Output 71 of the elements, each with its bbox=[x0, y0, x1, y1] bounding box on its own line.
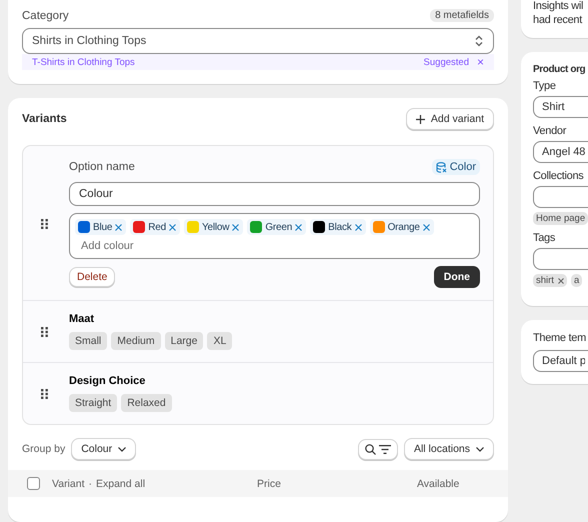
drag-handle-icon[interactable] bbox=[41, 388, 48, 398]
suggested-category-link[interactable]: T-Shirts in Clothing Tops bbox=[32, 56, 135, 68]
close-icon[interactable] bbox=[422, 224, 430, 230]
chevron-down-icon bbox=[118, 446, 126, 452]
filter-icon bbox=[378, 444, 391, 454]
metafield-badge[interactable]: Color bbox=[432, 159, 480, 175]
chevron-down-icon bbox=[476, 446, 484, 452]
field-label: Vendor bbox=[533, 125, 568, 137]
text-field[interactable] bbox=[533, 248, 588, 270]
variants-title: Variants bbox=[22, 113, 67, 125]
close-icon[interactable] bbox=[295, 224, 302, 230]
option-value-tag: Relaxed bbox=[121, 394, 172, 412]
search-icon bbox=[364, 444, 376, 454]
text-field[interactable]: Angel 48 bbox=[533, 141, 588, 163]
database-icon bbox=[436, 162, 447, 172]
close-icon[interactable] bbox=[168, 224, 176, 230]
organization-title: Product org bbox=[533, 64, 586, 75]
select-all-checkbox[interactable] bbox=[27, 477, 40, 490]
category-select[interactable]: Shirts in Clothing Tops bbox=[22, 28, 494, 54]
field-label: Tags bbox=[533, 232, 556, 244]
text-field[interactable]: Shirt bbox=[533, 96, 588, 118]
tag: a bbox=[570, 274, 582, 287]
colour-value-tag[interactable]: Black bbox=[310, 219, 366, 235]
drag-handle-icon[interactable] bbox=[41, 218, 48, 228]
colour-value-tag[interactable]: Orange bbox=[370, 219, 434, 235]
done-button[interactable]: Done bbox=[434, 266, 480, 288]
field-label: Type bbox=[533, 80, 557, 92]
option-name-label: Option name bbox=[69, 161, 135, 173]
group-by-label: Group by bbox=[22, 443, 66, 455]
insights-text: had recent bbox=[533, 14, 584, 26]
dismiss-button[interactable]: × bbox=[476, 56, 484, 68]
option-value-tag: Large bbox=[164, 332, 204, 350]
option-name-field[interactable]: Colour bbox=[69, 182, 480, 206]
column-header: Available bbox=[416, 478, 460, 490]
add-variant-button[interactable]: Add variant bbox=[406, 108, 494, 130]
option-value-tag: Small bbox=[69, 332, 108, 350]
colour-value-tag[interactable]: Yellow bbox=[184, 219, 244, 235]
tag: shirt bbox=[533, 274, 567, 287]
option-name: Design Choice bbox=[69, 375, 146, 387]
locations-dropdown[interactable]: All locations bbox=[404, 438, 494, 460]
metafields-badge[interactable]: 8 metafields bbox=[430, 9, 494, 22]
option-value-tag: Straight bbox=[69, 394, 118, 412]
suggested-label: Suggested bbox=[424, 56, 469, 68]
close-icon[interactable] bbox=[115, 224, 122, 230]
option-values-field[interactable]: Blue Red Yellow Green Black Orange Add colour bbox=[69, 213, 480, 259]
field-label: Collections bbox=[533, 170, 585, 182]
delete-button[interactable]: Delete bbox=[69, 267, 116, 287]
option-name: Maat bbox=[69, 313, 96, 325]
drag-handle-icon[interactable] bbox=[41, 326, 48, 336]
insights-text: Insights wil bbox=[533, 0, 584, 12]
category-label: Category bbox=[22, 10, 69, 22]
close-icon[interactable] bbox=[558, 278, 564, 284]
option-value-tag: XL bbox=[207, 332, 232, 350]
expand-all-link[interactable]: Expand all bbox=[96, 478, 146, 490]
close-icon[interactable] bbox=[232, 224, 240, 230]
theme-label: Theme tem bbox=[533, 332, 587, 344]
chevron-updown-icon bbox=[474, 35, 484, 47]
column-header: Variant bbox=[52, 478, 84, 490]
group-by-dropdown[interactable]: Colour bbox=[71, 438, 136, 460]
option-value-tag: Medium bbox=[111, 332, 161, 350]
separator-dot: · bbox=[88, 478, 92, 490]
tag: Home page bbox=[533, 212, 588, 225]
colour-value-tag[interactable]: Red bbox=[130, 219, 180, 235]
add-colour-placeholder[interactable]: Add colour bbox=[75, 240, 474, 252]
close-icon[interactable] bbox=[354, 224, 362, 230]
column-header: Price bbox=[257, 478, 281, 490]
colour-value-tag[interactable]: Blue bbox=[75, 219, 126, 235]
search-filter-button[interactable] bbox=[358, 438, 398, 460]
text-field[interactable] bbox=[533, 186, 588, 208]
plus-icon bbox=[416, 114, 425, 124]
colour-value-tag[interactable]: Green bbox=[247, 219, 306, 235]
